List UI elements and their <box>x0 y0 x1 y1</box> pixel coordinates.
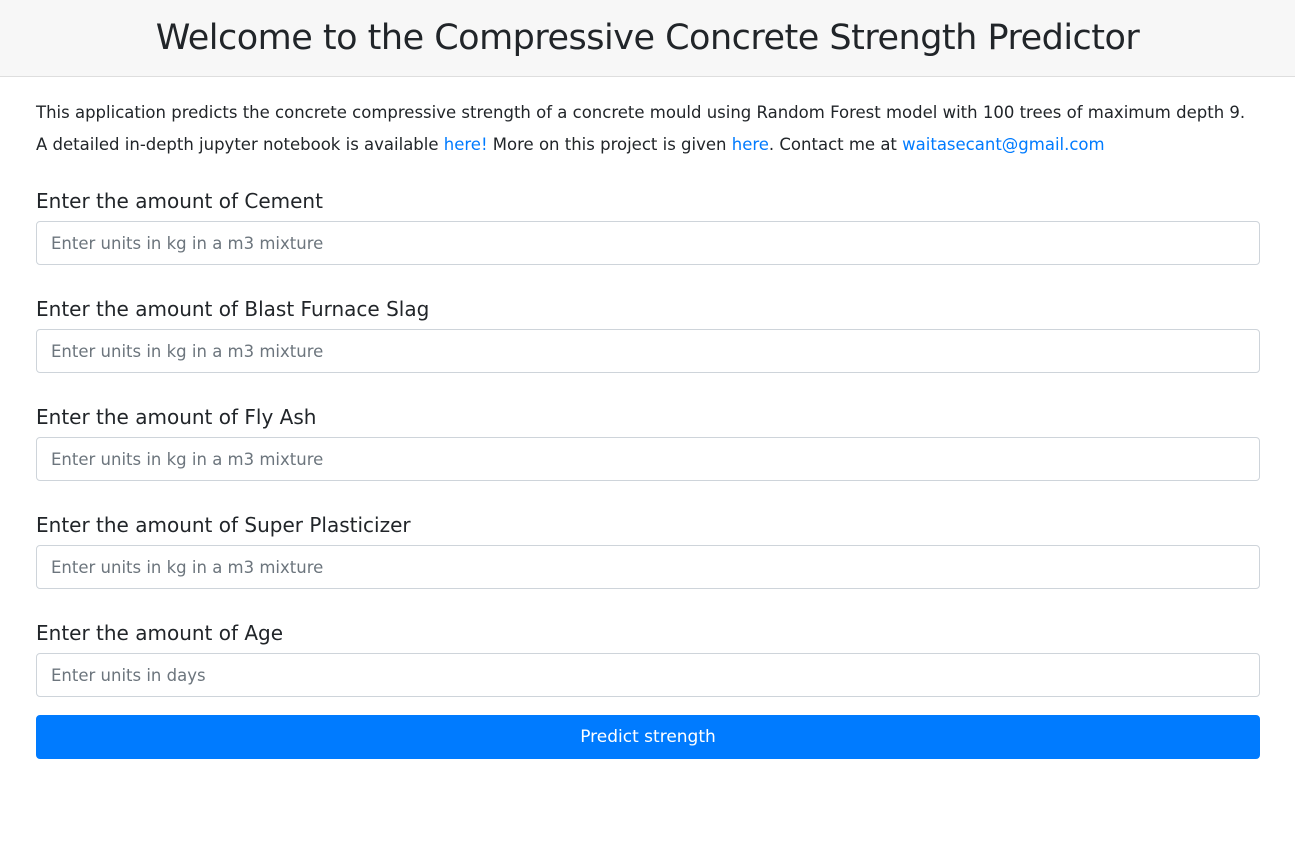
super-plasticizer-input[interactable] <box>36 545 1260 589</box>
main-content: This application predicts the concrete c… <box>0 97 1295 759</box>
super-plasticizer-label: Enter the amount of Super Plasticizer <box>36 513 411 537</box>
cement-input[interactable] <box>36 221 1260 265</box>
intro-line-2: A detailed in-depth jupyter notebook is … <box>36 129 1260 161</box>
blast-furnace-slag-label: Enter the amount of Blast Furnace Slag <box>36 297 430 321</box>
email-link[interactable]: waitasecant@gmail.com <box>902 135 1104 154</box>
page-title: Welcome to the Compressive Concrete Stre… <box>155 18 1140 58</box>
intro-text: This application predicts the concrete c… <box>36 97 1260 161</box>
form-group-super-plasticizer: Enter the amount of Super Plasticizer <box>36 485 1260 593</box>
form-group-fly-ash: Enter the amount of Fly Ash <box>36 377 1260 485</box>
intro-line-2-prefix: A detailed in-depth jupyter notebook is … <box>36 135 444 154</box>
blast-furnace-slag-input[interactable] <box>36 329 1260 373</box>
form-group-cement: Enter the amount of Cement <box>36 161 1260 269</box>
intro-line-2-contact: . Contact me at <box>768 135 903 154</box>
cement-input-wrap <box>36 221 1260 269</box>
age-label: Enter the amount of Age <box>36 621 284 645</box>
page-header: Welcome to the Compressive Concrete Stre… <box>0 0 1295 77</box>
form-group-age: Enter the amount of Age <box>36 593 1260 701</box>
fly-ash-input[interactable] <box>36 437 1260 481</box>
intro-line-2-middle: More on this project is given <box>487 135 732 154</box>
intro-line-1: This application predicts the concrete c… <box>36 103 1246 122</box>
super-plasticizer-input-wrap <box>36 545 1260 593</box>
predict-strength-button[interactable]: Predict strength <box>36 715 1260 759</box>
blast-furnace-slag-input-wrap <box>36 329 1260 377</box>
age-input-wrap <box>36 653 1260 701</box>
form-group-blast-furnace-slag: Enter the amount of Blast Furnace Slag <box>36 269 1260 377</box>
fly-ash-input-wrap <box>36 437 1260 485</box>
prediction-form: Enter the amount of Cement Enter the amo… <box>36 161 1260 759</box>
age-input[interactable] <box>36 653 1260 697</box>
cement-label: Enter the amount of Cement <box>36 189 323 213</box>
project-link[interactable]: here <box>732 135 769 154</box>
fly-ash-label: Enter the amount of Fly Ash <box>36 405 317 429</box>
notebook-link[interactable]: here! <box>444 135 488 154</box>
